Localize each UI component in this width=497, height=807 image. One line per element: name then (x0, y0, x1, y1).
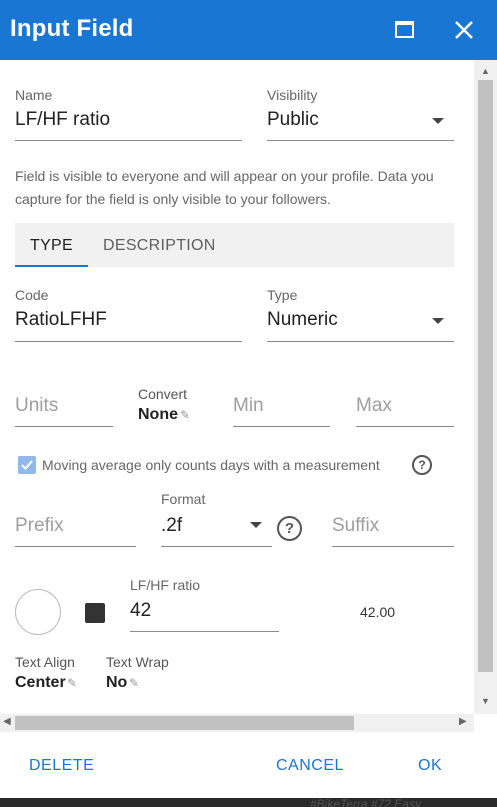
name-underline (15, 140, 242, 141)
format-help-icon[interactable]: ? (277, 516, 302, 541)
format-label: Format (161, 491, 206, 507)
convert-label: Convert (138, 386, 188, 402)
code-underline (15, 341, 242, 342)
moving-average-help-icon[interactable]: ? (412, 455, 432, 475)
max-underline (356, 426, 454, 427)
moving-average-checkbox[interactable] (18, 456, 36, 474)
code-input[interactable]: RatioLFHF (15, 309, 107, 331)
units-input[interactable]: Units (15, 395, 58, 417)
color-swatch[interactable] (85, 603, 105, 623)
units-underline (15, 426, 113, 427)
scroll-up-icon[interactable]: ▲ (481, 66, 490, 76)
delete-button[interactable]: DELETE (29, 757, 94, 775)
type-label: Type (267, 287, 298, 303)
max-input[interactable]: Max (356, 395, 392, 417)
visibility-dropdown-icon[interactable] (432, 118, 444, 124)
tab-type[interactable]: TYPE (30, 237, 73, 255)
cancel-button[interactable]: CANCEL (276, 757, 344, 775)
name-input[interactable]: LF/HF ratio (15, 109, 110, 131)
horizontal-scrollbar[interactable]: ◀ ▶ (0, 714, 474, 732)
active-tab-indicator (15, 265, 88, 267)
visibility-underline (267, 140, 454, 141)
name-label: Name (15, 87, 53, 103)
scroll-right-icon[interactable]: ▶ (459, 716, 467, 727)
moving-average-label: Moving average only counts days with a m… (42, 457, 380, 473)
maximize-button[interactable] (388, 14, 420, 46)
text-align-value[interactable]: Center (15, 674, 66, 692)
visibility-select[interactable]: Public (267, 109, 319, 131)
min-underline (233, 426, 330, 427)
preview-input[interactable]: 42 (130, 600, 151, 622)
format-select[interactable]: .2f (161, 515, 182, 537)
type-dropdown-icon[interactable] (432, 318, 444, 324)
format-dropdown-icon[interactable] (250, 522, 262, 528)
text-align-edit-icon[interactable]: ✎ (67, 676, 77, 690)
suffix-input[interactable]: Suffix (332, 515, 379, 537)
dialog-content: Name LF/HF ratio Visibility Public Field… (0, 60, 474, 714)
dialog-title: Input Field (10, 15, 134, 42)
ok-button[interactable]: OK (418, 757, 442, 775)
convert-value[interactable]: None (138, 406, 178, 424)
preview-underline (130, 631, 279, 632)
prefix-input[interactable]: Prefix (15, 515, 64, 537)
min-input[interactable]: Min (233, 395, 264, 417)
input-field-dialog: Input Field Name LF/HF ratio Visibility … (0, 0, 497, 798)
preview-label: LF/HF ratio (130, 577, 201, 593)
visibility-label: Visibility (267, 87, 318, 103)
type-select[interactable]: Numeric (267, 309, 338, 331)
scroll-down-icon[interactable]: ▼ (481, 696, 490, 706)
prefix-underline (15, 546, 136, 547)
visibility-help-text: Field is visible to everyone and will ap… (15, 168, 434, 207)
scroll-left-icon[interactable]: ◀ (3, 716, 11, 727)
convert-edit-icon[interactable]: ✎ (180, 408, 190, 422)
vertical-scroll-thumb[interactable] (478, 80, 493, 672)
text-align-label: Text Align (15, 654, 75, 670)
vertical-scrollbar[interactable]: ▲ ▼ (474, 60, 497, 714)
suffix-underline (332, 546, 454, 547)
title-bar: Input Field (0, 0, 497, 60)
type-underline (267, 341, 454, 342)
format-underline (161, 546, 272, 547)
tab-bar: TYPE DESCRIPTION (15, 223, 454, 267)
text-wrap-value[interactable]: No (106, 674, 127, 692)
formatted-preview-value: 42.00 (360, 604, 396, 620)
horizontal-scroll-thumb[interactable] (15, 716, 354, 730)
icon-color-picker[interactable] (15, 589, 61, 635)
text-wrap-edit-icon[interactable]: ✎ (129, 676, 139, 690)
code-label: Code (15, 287, 49, 303)
close-icon (455, 21, 473, 39)
checkmark-icon (21, 460, 33, 470)
maximize-icon (395, 21, 414, 38)
text-wrap-label: Text Wrap (106, 654, 169, 670)
background-page-text: #BikeTerra #72 Easy (310, 797, 421, 807)
dialog-actions: DELETE CANCEL OK (0, 732, 497, 798)
close-button[interactable] (448, 14, 480, 46)
tab-description[interactable]: DESCRIPTION (103, 237, 216, 255)
